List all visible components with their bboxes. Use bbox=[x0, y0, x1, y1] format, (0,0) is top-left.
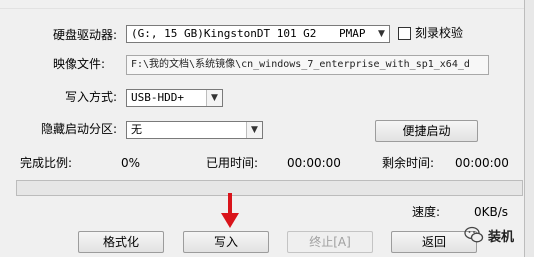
speed-value: 0KB/s bbox=[474, 205, 509, 219]
hidden-partition-label: 隐藏启动分区: bbox=[41, 122, 118, 136]
hidden-partition-value: 无 bbox=[131, 123, 142, 136]
red-arrow-icon bbox=[221, 193, 239, 228]
chevron-down-icon: ▼ bbox=[378, 29, 385, 39]
watermark-text: 装机 bbox=[488, 229, 515, 245]
drive-select-value: (G:, 15 GB)KingstonDT 101 G2 bbox=[131, 27, 317, 40]
remaining-value: 00:00:00 bbox=[455, 156, 509, 170]
image-file-label: 映像文件: bbox=[53, 57, 106, 71]
verify-checkbox[interactable] bbox=[398, 27, 411, 40]
wechat-icon bbox=[464, 226, 484, 243]
drive-select[interactable]: (G:, 15 GB)KingstonDT 101 G2 PMAP ▼ bbox=[126, 25, 390, 43]
progress-bar bbox=[16, 180, 523, 196]
format-button[interactable]: 格式化 bbox=[78, 231, 164, 253]
drive-format-value: PMAP bbox=[339, 27, 366, 40]
complete-label: 完成比例: bbox=[20, 156, 73, 170]
hidden-partition-select[interactable]: 无 ▼ bbox=[126, 121, 263, 139]
complete-value: 0% bbox=[121, 156, 141, 170]
chevron-down-icon: ▼ bbox=[206, 90, 222, 106]
write-mode-value: USB-HDD+ bbox=[131, 91, 184, 104]
speed-label: 速度: bbox=[412, 205, 441, 219]
verify-label: 刻录校验 bbox=[415, 26, 464, 40]
write-mode-select[interactable]: USB-HDD+ ▼ bbox=[126, 89, 223, 107]
quick-boot-button[interactable]: 便捷启动 bbox=[375, 120, 478, 142]
window-top-edge bbox=[0, 0, 534, 9]
elapsed-value: 00:00:00 bbox=[287, 156, 341, 170]
image-file-path: F:\我的文档\系统镜像\cn_windows_7_enterprise_wit… bbox=[131, 59, 470, 70]
write-button[interactable]: 写入 bbox=[183, 231, 269, 253]
elapsed-label: 已用时间: bbox=[206, 156, 259, 170]
write-mode-label: 写入方式: bbox=[65, 90, 118, 104]
chevron-down-icon: ▼ bbox=[246, 122, 262, 138]
drive-label: 硬盘驱动器: bbox=[53, 28, 118, 42]
remaining-label: 剩余时间: bbox=[382, 156, 435, 170]
window-scrollbar-edge bbox=[524, 0, 534, 257]
stop-button[interactable]: 终止[A] bbox=[287, 231, 373, 253]
watermark: 装机 bbox=[464, 225, 514, 245]
image-file-field[interactable]: F:\我的文档\系统镜像\cn_windows_7_enterprise_wit… bbox=[126, 55, 489, 75]
